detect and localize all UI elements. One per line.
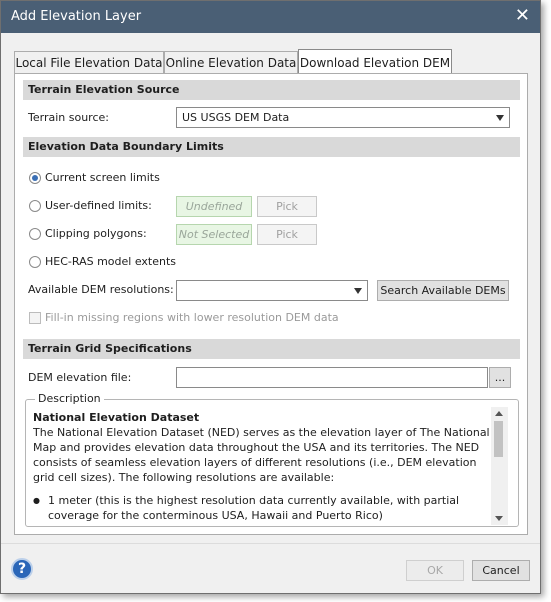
terrain-source-label: Terrain source:: [28, 111, 109, 124]
description-scrollbar[interactable]: [491, 407, 508, 525]
dem-resolutions-select[interactable]: [176, 280, 368, 301]
dem-resolutions-label: Available DEM resolutions:: [28, 283, 174, 296]
hecras-extents-label: HEC-RAS model extents: [45, 255, 177, 268]
radio-current-screen[interactable]: [29, 172, 41, 184]
dialog-content: Local File Elevation Data Online Elevati…: [1, 33, 540, 543]
terrain-source-select[interactable]: US USGS DEM Data: [176, 107, 510, 128]
pick-clipping-button[interactable]: Pick: [257, 224, 317, 245]
pick-user-defined-button[interactable]: Pick: [257, 196, 317, 217]
section-boundary-limits: Elevation Data Boundary Limits: [23, 137, 520, 157]
section-grid-specs: Terrain Grid Specifications: [23, 339, 520, 359]
browse-button[interactable]: ...: [489, 367, 511, 388]
list-item: 1 meter (this is the highest resolution …: [33, 493, 493, 523]
dialog-window: Add Elevation Layer ✕ Local File Elevati…: [0, 0, 541, 594]
current-screen-label: Current screen limits: [45, 171, 160, 184]
description-text: National Elevation Dataset The National …: [33, 410, 493, 523]
scroll-up-icon[interactable]: [495, 411, 503, 416]
chevron-down-icon: [354, 288, 362, 294]
user-defined-value: Undefined: [176, 196, 252, 217]
description-body: The National Elevation Dataset (NED) ser…: [33, 426, 490, 484]
tab-local-file[interactable]: Local File Elevation Data: [14, 51, 164, 73]
description-list: 1 meter (this is the highest resolution …: [33, 493, 493, 523]
search-dems-button[interactable]: Search Available DEMs: [377, 280, 509, 301]
title-bar: Add Elevation Layer ✕: [1, 1, 540, 33]
help-icon[interactable]: ?: [11, 558, 33, 580]
fill-in-label: Fill-in missing regions with lower resol…: [45, 311, 339, 324]
description-title: National Elevation Dataset: [33, 411, 200, 424]
window-title: Add Elevation Layer: [11, 9, 142, 24]
radio-clipping-polygons[interactable]: [29, 228, 41, 240]
close-icon[interactable]: ✕: [515, 6, 530, 26]
tab-download-dem[interactable]: Download Elevation DEM: [298, 49, 452, 73]
ok-button[interactable]: OK: [406, 560, 464, 581]
scroll-down-icon[interactable]: [495, 516, 503, 521]
tab-online[interactable]: Online Elevation Data: [164, 51, 298, 73]
user-defined-label: User-defined limits:: [45, 199, 152, 212]
chevron-down-icon: [496, 115, 504, 121]
dialog-footer: ? OK Cancel: [1, 543, 540, 593]
dem-file-label: DEM elevation file:: [28, 371, 132, 384]
tab-panel: Terrain Elevation Source Terrain source:…: [14, 73, 528, 535]
fill-in-checkbox[interactable]: [29, 312, 41, 324]
cancel-button[interactable]: Cancel: [472, 560, 530, 581]
dem-file-input[interactable]: [176, 367, 488, 388]
radio-user-defined[interactable]: [29, 200, 41, 212]
scroll-thumb[interactable]: [494, 421, 503, 457]
radio-hecras-extents[interactable]: [29, 256, 41, 268]
section-terrain-source: Terrain Elevation Source: [23, 80, 520, 100]
clipping-polygons-label: Clipping polygons:: [45, 227, 147, 240]
description-legend: Description: [35, 392, 104, 406]
clipping-polygons-value: Not Selected: [176, 224, 252, 245]
terrain-source-value: US USGS DEM Data: [182, 111, 290, 124]
